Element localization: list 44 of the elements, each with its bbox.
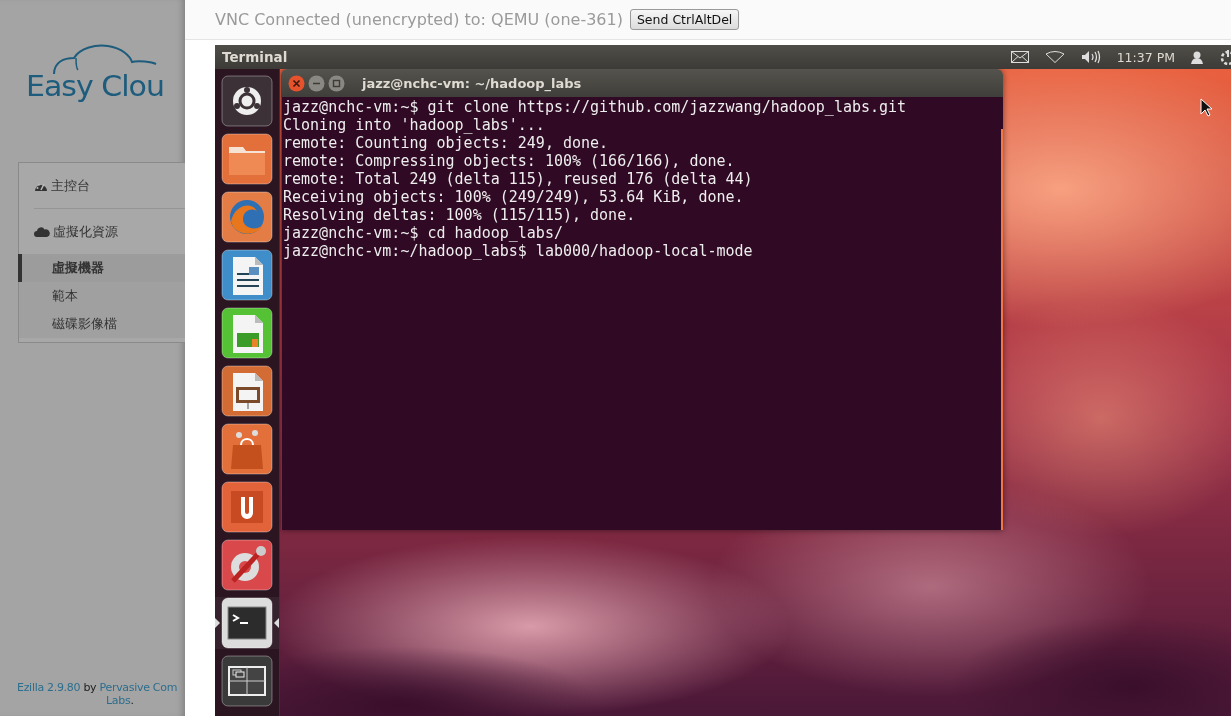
ubuntu-logo-icon [221, 75, 273, 127]
logo-text: Easy Clou [26, 67, 165, 105]
window-title: jazz@nchc-vm: ~/hadoop_labs [362, 75, 582, 91]
terminal-line: remote: Total 249 (delta 115), reused 176 (delta 44) [283, 170, 754, 188]
maximize-icon[interactable] [328, 74, 345, 92]
terminal-line: jazz@nchc-vm:~/hadoop_labs$ lab000/hadoop-local-mode [283, 242, 754, 260]
connection-status: VNC Connected (unencrypted) to: QEMU (one-361) [215, 10, 623, 29]
terminal-icon [221, 597, 273, 649]
send-ctrlaltdel-button[interactable]: Send CtrlAltDel [629, 9, 740, 30]
terminal-line: jazz@nchc-vm:~$ git clone https://github.com/jazzwang/hadoop_labs.git [283, 98, 908, 116]
clock[interactable]: 11:37 PM [1116, 49, 1175, 65]
envelope-icon[interactable] [1010, 51, 1029, 63]
shopping-bag-icon [221, 423, 273, 475]
workspaces-icon [221, 655, 273, 707]
launcher-item[interactable] [215, 597, 279, 649]
u-letter-icon [221, 481, 273, 533]
close-icon[interactable] [288, 74, 305, 92]
gear-icon[interactable] [1219, 49, 1231, 65]
nav-subitem[interactable]: 磁碟影像檔 [18, 310, 185, 338]
nav-subitem[interactable]: 虛擬機器 [18, 254, 185, 282]
scrollbar[interactable] [1001, 129, 1003, 530]
user-icon[interactable] [1191, 50, 1203, 64]
nav-item[interactable]: 虛擬化資源 [19, 209, 185, 254]
spreadsheet-icon [221, 307, 273, 359]
nav-item[interactable]: 主控台 [19, 163, 185, 208]
cloud-icon [34, 226, 50, 237]
terminal-line: Receiving objects: 100% (249/249), 53.64 KiB, done. [283, 188, 745, 206]
terminal-line: remote: Compressing objects: 100% (166/166), done. [283, 152, 736, 170]
wifi-icon[interactable] [1044, 51, 1065, 63]
terminal-line: remote: Counting objects: 249, done. [283, 134, 610, 152]
speaker-icon[interactable] [1080, 50, 1101, 64]
minimize-icon[interactable] [308, 74, 325, 92]
app-title: Terminal [222, 49, 288, 65]
document-icon [221, 249, 273, 301]
terminal-line: Cloning into 'hadoop_labs'... [283, 116, 546, 134]
folder-icon [221, 133, 273, 185]
presentation-icon [221, 365, 273, 417]
footer-text: by [83, 681, 97, 694]
nav-subitem[interactable]: 範本 [18, 282, 185, 310]
footer-text: . [130, 694, 134, 707]
cursor-icon [1200, 98, 1212, 117]
terminal-line: Resolving deltas: 100% (115/115), done. [283, 206, 637, 224]
terminal-line: jazz@nchc-vm:~$ cd hadoop_labs/ [283, 224, 564, 242]
globe-icon [221, 191, 273, 243]
